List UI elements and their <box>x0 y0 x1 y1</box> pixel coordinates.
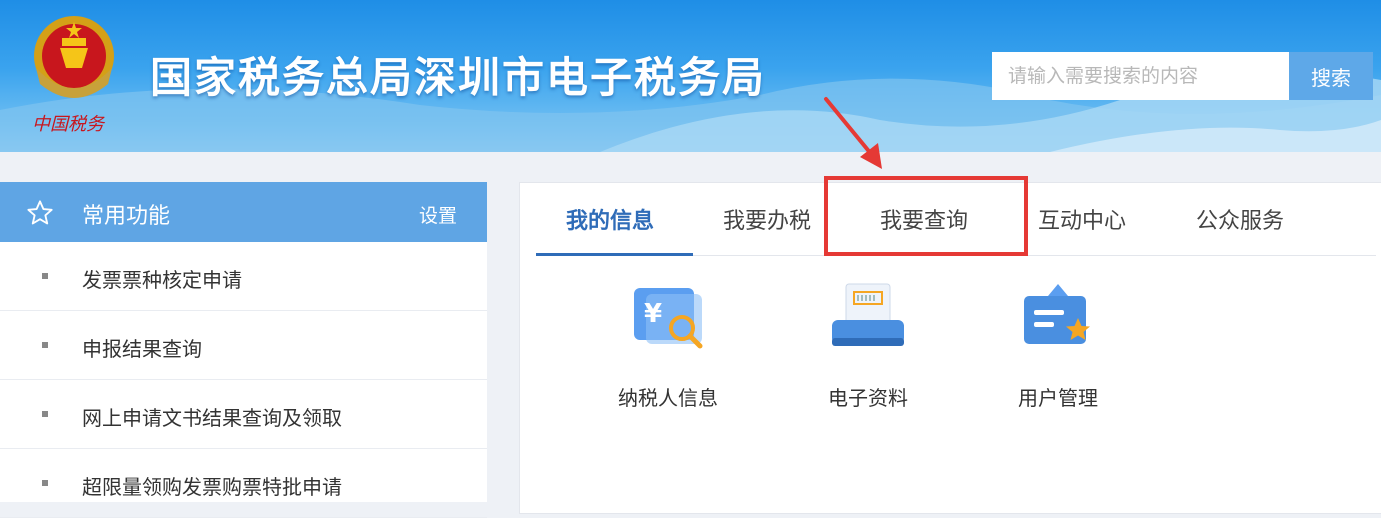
tile-label: 用户管理 <box>1018 386 1098 410</box>
bullet-icon <box>42 411 48 417</box>
tax-emblem-logo: 中国税务 <box>32 16 114 134</box>
taxpayer-info-icon: ¥ <box>634 288 703 349</box>
bullet-icon <box>42 273 48 279</box>
star-icon <box>27 200 53 225</box>
sidebar-item-label: 超限量领购发票购票特批申请 <box>82 475 342 499</box>
site-title: 国家税务总局深圳市电子税务局 <box>150 53 767 102</box>
tile-label: 电子资料 <box>828 386 908 410</box>
tab-public-services[interactable]: 公众服务 <box>1196 203 1284 235</box>
sidebar-item-invoice-over-limit-request[interactable]: 超限量领购发票购票特批申请 <box>0 449 487 518</box>
search-input[interactable] <box>992 52 1289 100</box>
sidebar-item-invoice-type-approval[interactable]: 发票票种核定申请 <box>0 242 487 311</box>
sidebar-item-label: 网上申请文书结果查询及领取 <box>82 406 342 430</box>
sidebar-header: 常用功能 设置 <box>0 182 487 242</box>
tab-tax-handling[interactable]: 我要办税 <box>723 203 811 235</box>
settings-link[interactable]: 设置 <box>419 201 457 228</box>
sidebar-item-document-result-query[interactable]: 网上申请文书结果查询及领取 <box>0 380 487 449</box>
emblem-caption: 中国税务 <box>32 114 106 134</box>
annotation-highlight-box <box>824 176 1028 256</box>
active-tab-indicator <box>536 253 693 256</box>
tile-label: 纳税人信息 <box>618 386 718 410</box>
tab-my-info[interactable]: 我的信息 <box>566 203 654 235</box>
tile-user-management[interactable]: 用户管理 <box>968 282 1148 422</box>
sidebar-title: 常用功能 <box>82 204 171 229</box>
bullet-icon <box>42 342 48 348</box>
sidebar-item-label: 发票票种核定申请 <box>82 268 242 292</box>
user-management-icon <box>1024 284 1090 344</box>
tab-interaction-center[interactable]: 互动中心 <box>1038 203 1126 235</box>
electronic-document-icon <box>832 283 904 346</box>
tile-taxpayer-info[interactable]: ¥ 纳税人信息 <box>578 282 758 422</box>
common-functions-sidebar: 常用功能 设置 发票票种核定申请 申报结果查询 网上申请文书结果查询及领取 超限… <box>0 182 487 518</box>
bullet-icon <box>42 480 48 486</box>
search-button[interactable]: 搜索 <box>1289 52 1373 100</box>
sidebar-list: 发票票种核定申请 申报结果查询 网上申请文书结果查询及领取 超限量领购发票购票特… <box>0 242 487 518</box>
site-header: 中国税务 国家税务总局深圳市电子税务局 搜索 <box>0 0 1381 152</box>
annotation-arrow <box>824 97 882 169</box>
sidebar-item-label: 申报结果查询 <box>82 337 202 361</box>
tile-electronic-documents[interactable]: 电子资料 <box>778 282 958 422</box>
svg-text:¥: ¥ <box>644 299 662 329</box>
sidebar-item-filing-result-query[interactable]: 申报结果查询 <box>0 311 487 380</box>
